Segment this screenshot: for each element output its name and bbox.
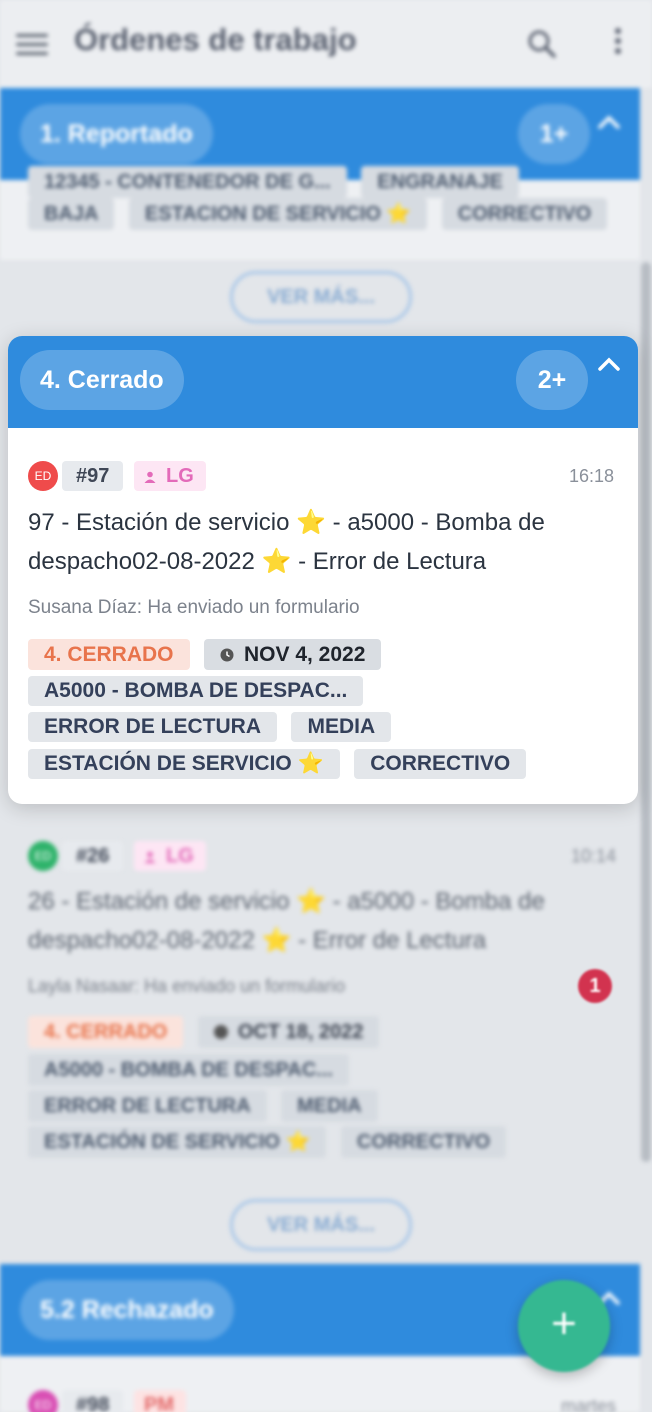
tag: ERROR DE LECTURA <box>28 712 278 742</box>
order-number-badge: #98 <box>62 1390 124 1412</box>
tag: MEDIA <box>291 712 392 742</box>
order-number-badge: #26 <box>62 841 124 871</box>
ver-mas-button[interactable]: VER MÁS... <box>230 1199 412 1251</box>
more-vert-icon[interactable] <box>612 28 624 60</box>
tag: CORRECTIVO <box>441 198 608 230</box>
section-header-cerrado[interactable]: 4. Cerrado 2+ <box>8 336 638 428</box>
person-icon <box>144 851 156 863</box>
hamburger-menu-icon[interactable] <box>16 34 48 56</box>
assignee-badge: PM <box>134 1390 186 1412</box>
order-time: 16:18 <box>568 466 614 486</box>
assignee-initials: LG <box>166 465 194 487</box>
assignee-badge: LG <box>134 841 206 871</box>
asset-tag: A5000 - BOMBA DE DESPAC... <box>28 676 364 706</box>
tag: ESTACIÓN DE SERVICIO ⭐ <box>28 1126 327 1158</box>
add-order-button[interactable]: + <box>518 1280 610 1372</box>
assignee-badge: LG <box>134 461 206 491</box>
tag: ESTACIÓN DE SERVICIO ⭐ <box>28 749 340 779</box>
section-title: 1. Reportado <box>20 104 213 164</box>
section-count: 2+ <box>516 350 588 410</box>
clock-icon <box>220 648 234 662</box>
ver-mas-button[interactable]: VER MÁS... <box>230 271 412 323</box>
asset-tag: A5000 - BOMBA DE DESPAC... <box>28 1054 349 1086</box>
tag: ESTACION DE SERVICIO ⭐ <box>128 198 428 230</box>
tag: 12345 - CONTENEDOR DE G... <box>28 166 347 198</box>
order-activity: Susana Díaz: Ha enviado un formulario <box>28 597 360 618</box>
date-badge: NOV 4, 2022 <box>203 639 382 670</box>
status-badge: 4. CERRADO <box>28 1016 184 1048</box>
order-title[interactable]: 97 - Estación de servicio ⭐ - a5000 - Bo… <box>28 503 545 581</box>
assignee-initials: LG <box>166 845 194 867</box>
tag: CORRECTIVO <box>340 1126 507 1158</box>
avatar: ED <box>28 841 58 871</box>
order-number-badge: #97 <box>62 461 124 491</box>
focused-order-card[interactable]: 4. Cerrado 2+ ED #97 LG 16:18 97 - Estac… <box>8 336 638 804</box>
date-badge: OCT 18, 2022 <box>197 1016 380 1048</box>
clock-icon <box>213 1025 228 1039</box>
list-item[interactable]: 12345 - CONTENEDOR DE G... ENGRANAJE BAJ… <box>0 166 640 260</box>
tag: BAJA <box>28 198 115 230</box>
order-activity: Layla Nasaar: Ha enviado un formulario <box>28 976 346 996</box>
tag: CORRECTIVO <box>354 749 527 779</box>
avatar: ED <box>28 1390 58 1412</box>
tag: ERROR DE LECTURA <box>28 1090 267 1122</box>
page-title: Órdenes de trabajo <box>74 22 357 57</box>
chevron-up-icon[interactable] <box>596 110 622 136</box>
notification-badge: 1 <box>578 969 612 1003</box>
status-badge: 4. CERRADO <box>28 639 190 670</box>
section-title: 4. Cerrado <box>20 350 184 410</box>
list-item[interactable]: ED #26 LG 10:14 26 - Estación de servici… <box>0 804 640 1204</box>
order-title: 26 - Estación de servicio ⭐ - a5000 - Bo… <box>28 888 545 954</box>
avatar: ED <box>28 461 58 491</box>
section-count: 1+ <box>518 104 590 164</box>
order-time: 10:14 <box>570 846 616 866</box>
order-time: martes <box>560 1396 616 1412</box>
scrollbar[interactable] <box>641 262 651 1162</box>
section-title: 5.2 Rechazado <box>20 1280 234 1340</box>
chevron-up-icon[interactable] <box>596 352 622 378</box>
search-icon[interactable] <box>526 28 558 60</box>
person-icon <box>144 471 156 483</box>
tag: MEDIA <box>281 1090 378 1122</box>
tag: ENGRANAJE <box>361 166 519 198</box>
top-app-bar: Órdenes de trabajo <box>0 0 652 88</box>
